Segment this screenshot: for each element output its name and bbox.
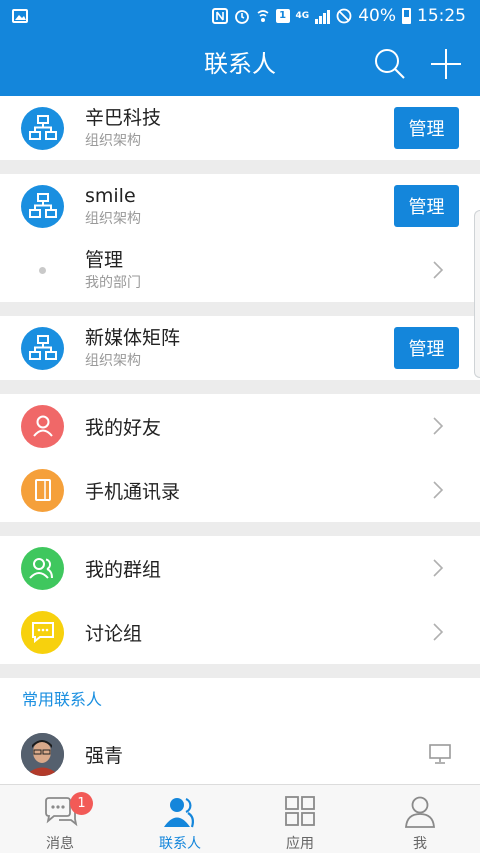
tab-bar: 消息 1 联系人 应用 我 bbox=[0, 784, 480, 853]
org-section-3: 新媒体矩阵 组织架构 管理 bbox=[0, 316, 480, 380]
bullet-icon bbox=[21, 249, 64, 292]
sim-icon: 1 bbox=[275, 9, 290, 23]
wifi-call-icon bbox=[257, 10, 269, 22]
chevron-right-icon bbox=[433, 261, 444, 279]
phonebook-row[interactable]: 手机通讯录 bbox=[0, 458, 480, 522]
groups-label: 我的群组 bbox=[85, 558, 162, 581]
battery-percent: 40% bbox=[358, 6, 396, 26]
contacts-list: 辛巴科技 组织架构 管理 smile 组织架构 管理 管理 我的部门 新媒体矩阵… bbox=[0, 96, 480, 786]
battery-icon bbox=[402, 8, 411, 24]
org-section-1: 辛巴科技 组织架构 管理 bbox=[0, 96, 480, 160]
tab-messages[interactable]: 消息 1 bbox=[0, 785, 120, 853]
org-text: 新媒体矩阵 组织架构 bbox=[85, 326, 180, 371]
department-text: 管理 我的部门 bbox=[85, 248, 141, 293]
department-subtitle: 我的部门 bbox=[85, 274, 141, 291]
person-icon bbox=[21, 404, 64, 448]
gallery-notification-icon bbox=[12, 9, 28, 23]
chevron-right-icon bbox=[433, 559, 444, 577]
nfc-icon bbox=[211, 8, 228, 24]
contact-avatar bbox=[21, 732, 64, 776]
app-header: 联系人 bbox=[0, 32, 480, 96]
org-subtitle: 组织架构 bbox=[85, 210, 141, 227]
contact-name: 强青 bbox=[85, 744, 124, 767]
group-icon bbox=[21, 546, 64, 590]
unread-badge: 1 bbox=[70, 792, 93, 815]
org-name: 新媒体矩阵 bbox=[85, 326, 181, 349]
org-subtitle: 组织架构 bbox=[85, 132, 141, 149]
manage-button[interactable]: 管理 bbox=[394, 107, 459, 149]
chevron-right-icon bbox=[433, 623, 444, 641]
scrollbar[interactable] bbox=[474, 210, 480, 378]
friends-row[interactable]: 我的好友 bbox=[0, 394, 480, 458]
grid-icon bbox=[285, 796, 315, 826]
tab-apps[interactable]: 应用 bbox=[240, 785, 360, 853]
org-text: smile 组织架构 bbox=[85, 184, 141, 229]
org-chart-icon bbox=[21, 326, 64, 370]
contact-row[interactable]: 强青 bbox=[0, 722, 480, 786]
frequent-contacts: 常用联系人 强青 bbox=[0, 678, 480, 786]
personal-section: 我的好友 手机通讯录 bbox=[0, 394, 480, 522]
groups-row[interactable]: 我的群组 bbox=[0, 536, 480, 600]
org-row[interactable]: 新媒体矩阵 组织架构 管理 bbox=[0, 316, 480, 380]
manage-button[interactable]: 管理 bbox=[394, 327, 459, 369]
org-row[interactable]: smile 组织架构 管理 bbox=[0, 174, 480, 238]
org-text: 辛巴科技 组织架构 bbox=[85, 106, 161, 151]
search-icon[interactable] bbox=[372, 46, 408, 82]
group-section: 我的群组 讨论组 bbox=[0, 536, 480, 664]
tab-label: 消息 bbox=[46, 836, 74, 852]
org-chart-icon bbox=[21, 106, 64, 150]
org-name: smile bbox=[85, 184, 136, 207]
friends-label: 我的好友 bbox=[85, 416, 162, 439]
status-right: 1 4G 40% 15:25 bbox=[211, 6, 466, 26]
signal-icon bbox=[315, 8, 331, 24]
tab-label: 应用 bbox=[286, 836, 314, 852]
tab-label: 联系人 bbox=[159, 836, 201, 852]
chat-icon bbox=[21, 610, 64, 654]
org-row[interactable]: 辛巴科技 组织架构 管理 bbox=[0, 96, 480, 160]
tab-label: 我 bbox=[413, 836, 427, 852]
status-bar: 1 4G 40% 15:25 bbox=[0, 0, 480, 32]
contacts-icon bbox=[164, 797, 194, 828]
clock: 15:25 bbox=[417, 6, 466, 26]
department-row[interactable]: 管理 我的部门 bbox=[0, 238, 480, 302]
add-icon[interactable] bbox=[428, 46, 464, 82]
tab-me[interactable]: 我 bbox=[360, 785, 480, 853]
org-name: 辛巴科技 bbox=[85, 106, 162, 129]
do-not-disturb-icon bbox=[336, 8, 352, 24]
monitor-icon bbox=[429, 744, 451, 764]
phonebook-label: 手机通讯录 bbox=[85, 480, 181, 503]
manage-button[interactable]: 管理 bbox=[394, 185, 459, 227]
person-icon bbox=[405, 796, 435, 828]
org-section-2: smile 组织架构 管理 管理 我的部门 bbox=[0, 174, 480, 302]
chevron-right-icon bbox=[433, 417, 444, 435]
book-icon bbox=[21, 468, 64, 512]
org-chart-icon bbox=[21, 184, 64, 228]
status-left bbox=[12, 9, 28, 23]
department-name: 管理 bbox=[85, 248, 124, 271]
discussion-label: 讨论组 bbox=[85, 622, 143, 645]
frequent-header: 常用联系人 bbox=[0, 678, 480, 722]
alarm-icon bbox=[234, 10, 249, 24]
page-title: 联系人 bbox=[204, 50, 276, 78]
tab-contacts[interactable]: 联系人 bbox=[120, 785, 240, 853]
network-type: 4G bbox=[295, 11, 310, 21]
org-subtitle: 组织架构 bbox=[85, 352, 141, 369]
discussion-row[interactable]: 讨论组 bbox=[0, 600, 480, 664]
chevron-right-icon bbox=[433, 481, 444, 499]
